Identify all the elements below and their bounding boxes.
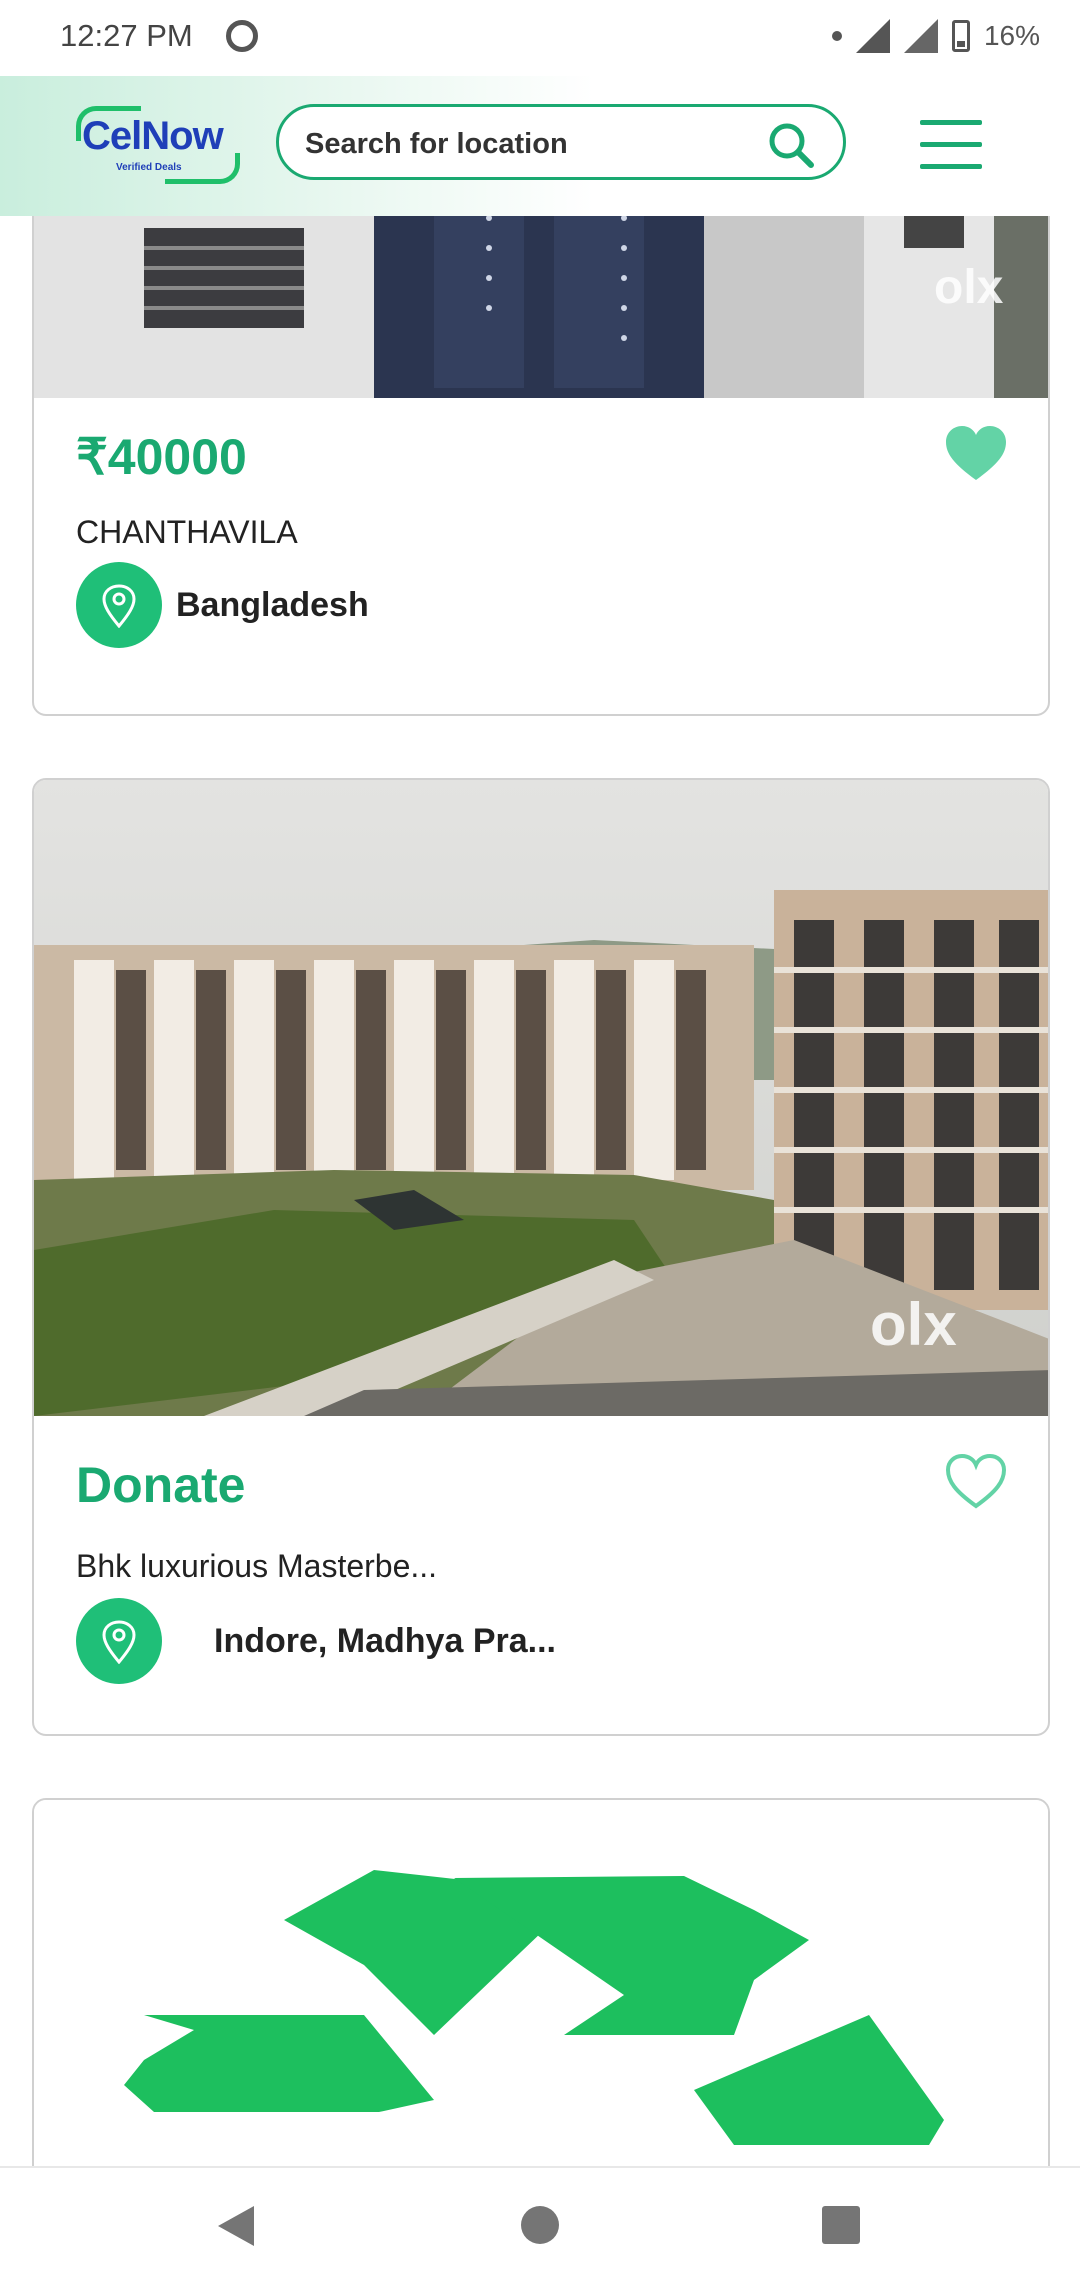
olx-watermark: olx <box>934 261 1004 314</box>
listing-card[interactable]: olx ₹40000 CHANTHAVILA Bangladesh <box>32 216 1050 716</box>
listing-title: Bhk luxurious Masterbe... <box>76 1548 438 1584</box>
recent-apps-icon[interactable] <box>822 2206 860 2244</box>
recycle-icon <box>34 1800 1048 2166</box>
signal-2-icon <box>903 19 938 53</box>
listing-image[interactable]: olx <box>34 780 1048 1416</box>
heart-icon[interactable] <box>944 424 1008 482</box>
search-icon[interactable] <box>767 121 815 169</box>
status-bar: 12:27 PM 16% <box>0 0 1080 76</box>
battery-level: 16% <box>983 20 1040 51</box>
search-bar[interactable] <box>276 104 846 180</box>
logo-arrow-2-icon <box>165 153 240 184</box>
menu-icon[interactable] <box>920 120 982 170</box>
listing-image[interactable] <box>34 1800 1048 2166</box>
listing-location: Bangladesh <box>176 586 369 624</box>
status-icons: 16% <box>831 16 1040 56</box>
olx-watermark: olx <box>870 1291 957 1358</box>
listing-price: Donate <box>76 1457 246 1513</box>
signal-icon <box>855 19 890 53</box>
listing-card[interactable]: olx Donate Bhk luxurious Masterbe... Ind… <box>32 778 1050 1736</box>
home-icon[interactable] <box>521 2206 559 2244</box>
location-pin-icon <box>76 1598 162 1684</box>
listing-card[interactable] <box>32 1798 1050 2166</box>
listing-feed[interactable]: olx ₹40000 CHANTHAVILA Bangladesh olx Do… <box>0 216 1080 2166</box>
app-notification-icon <box>226 20 258 52</box>
app-logo[interactable]: CelNow Verified Deals <box>70 106 240 186</box>
listing-location: Indore, Madhya Pra... <box>214 1622 556 1660</box>
house-gate-image <box>34 216 1048 398</box>
location-pin-icon <box>76 562 162 648</box>
status-time: 12:27 PM <box>60 18 193 53</box>
app-header: CelNow Verified Deals <box>0 76 1080 216</box>
back-icon[interactable] <box>218 2206 254 2246</box>
listing-image[interactable]: olx <box>34 216 1048 398</box>
heart-outline-icon[interactable] <box>944 1452 1008 1510</box>
listing-price: ₹40000 <box>76 429 247 485</box>
notification-dot-icon <box>831 31 842 41</box>
system-nav-bar <box>0 2166 1080 2282</box>
battery-icon <box>951 20 970 52</box>
search-input[interactable] <box>303 117 767 171</box>
listing-title: CHANTHAVILA <box>76 514 298 550</box>
